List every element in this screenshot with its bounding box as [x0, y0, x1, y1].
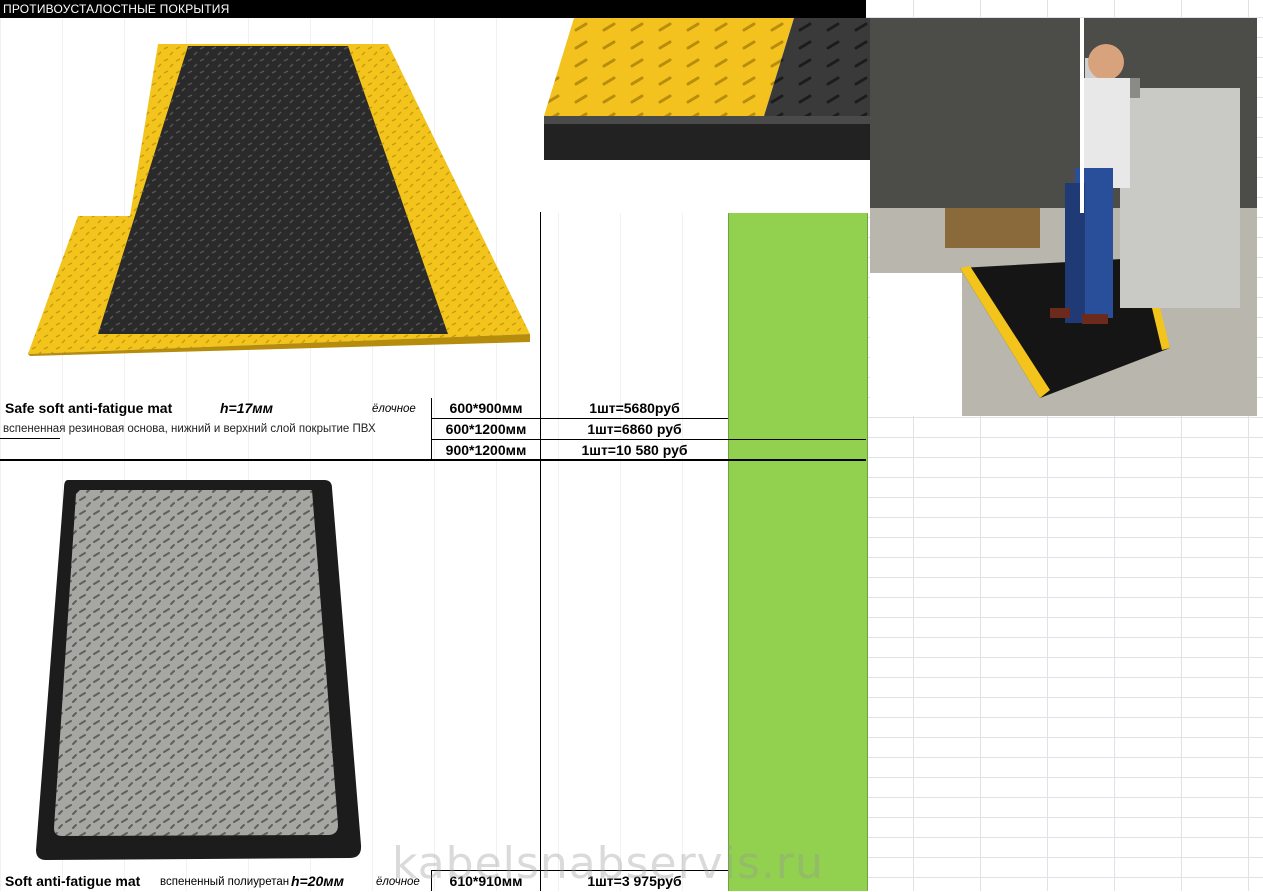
size-cell: 600*900мм [449, 400, 523, 416]
yellow-black-mat-image [18, 44, 538, 356]
watermark: kabelsnabservis.ru [392, 838, 824, 889]
size-cell: 900*1200мм [445, 442, 527, 458]
worker-on-mat-photo [870, 18, 1257, 416]
product-description: вспененная резиновая основа, нижний и ве… [3, 423, 376, 435]
sheet-title: ПРОТИВОУСТАЛОСТНЫЕ ПОКРЫТИЯ [0, 0, 866, 18]
column-divider [540, 212, 541, 891]
product-name: Soft anti-fatigue mat [5, 873, 141, 889]
product-pattern: ёлочное [372, 403, 416, 415]
image-gap [1080, 18, 1084, 213]
product-height: h=20мм [291, 873, 345, 889]
product-description: вспененный полиуретан [160, 876, 290, 888]
price-cell: 1шт=10 580 руб [581, 442, 688, 458]
price-highlight-column [728, 212, 868, 891]
product-name: Safe soft anti-fatigue mat [5, 400, 173, 416]
price-cell: 1шт=6860 руб [587, 421, 682, 437]
grey-black-mat-image [36, 480, 366, 865]
price-cell: 1шт=5680руб [589, 400, 680, 416]
size-cell: 600*1200мм [445, 421, 527, 437]
product-height: h=17мм [220, 400, 274, 416]
